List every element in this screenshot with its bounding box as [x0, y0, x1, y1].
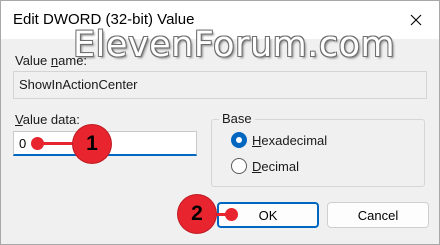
- base-groupbox: [211, 119, 425, 187]
- annotation-2-dot: [225, 208, 238, 221]
- hexadecimal-radio[interactable]: Hexadecimal: [231, 132, 327, 148]
- value-data-label: Value data:: [15, 112, 80, 127]
- close-button[interactable]: [393, 1, 439, 39]
- annotation-1-badge: 1: [73, 125, 111, 163]
- annotation-1-dot: [31, 137, 44, 150]
- edit-dword-dialog: Edit DWORD (32-bit) Value ElevenForum.co…: [0, 0, 440, 245]
- base-label: Base: [219, 111, 255, 126]
- decimal-radio[interactable]: Decimal: [231, 158, 299, 174]
- annotation-1-pointer: [39, 142, 77, 145]
- radio-checked-icon: [231, 132, 247, 148]
- cancel-button[interactable]: Cancel: [327, 202, 429, 228]
- value-name-label: Value name:: [15, 53, 88, 68]
- decimal-label: Decimal: [252, 158, 299, 174]
- value-name-field: ShowInActionCenter: [13, 71, 427, 99]
- close-icon: [410, 14, 422, 26]
- hexadecimal-label: Hexadecimal: [252, 132, 328, 148]
- annotation-2-badge: 2: [178, 195, 216, 233]
- watermark: ElevenForum.com: [73, 25, 396, 65]
- radio-unchecked-icon: [231, 158, 247, 174]
